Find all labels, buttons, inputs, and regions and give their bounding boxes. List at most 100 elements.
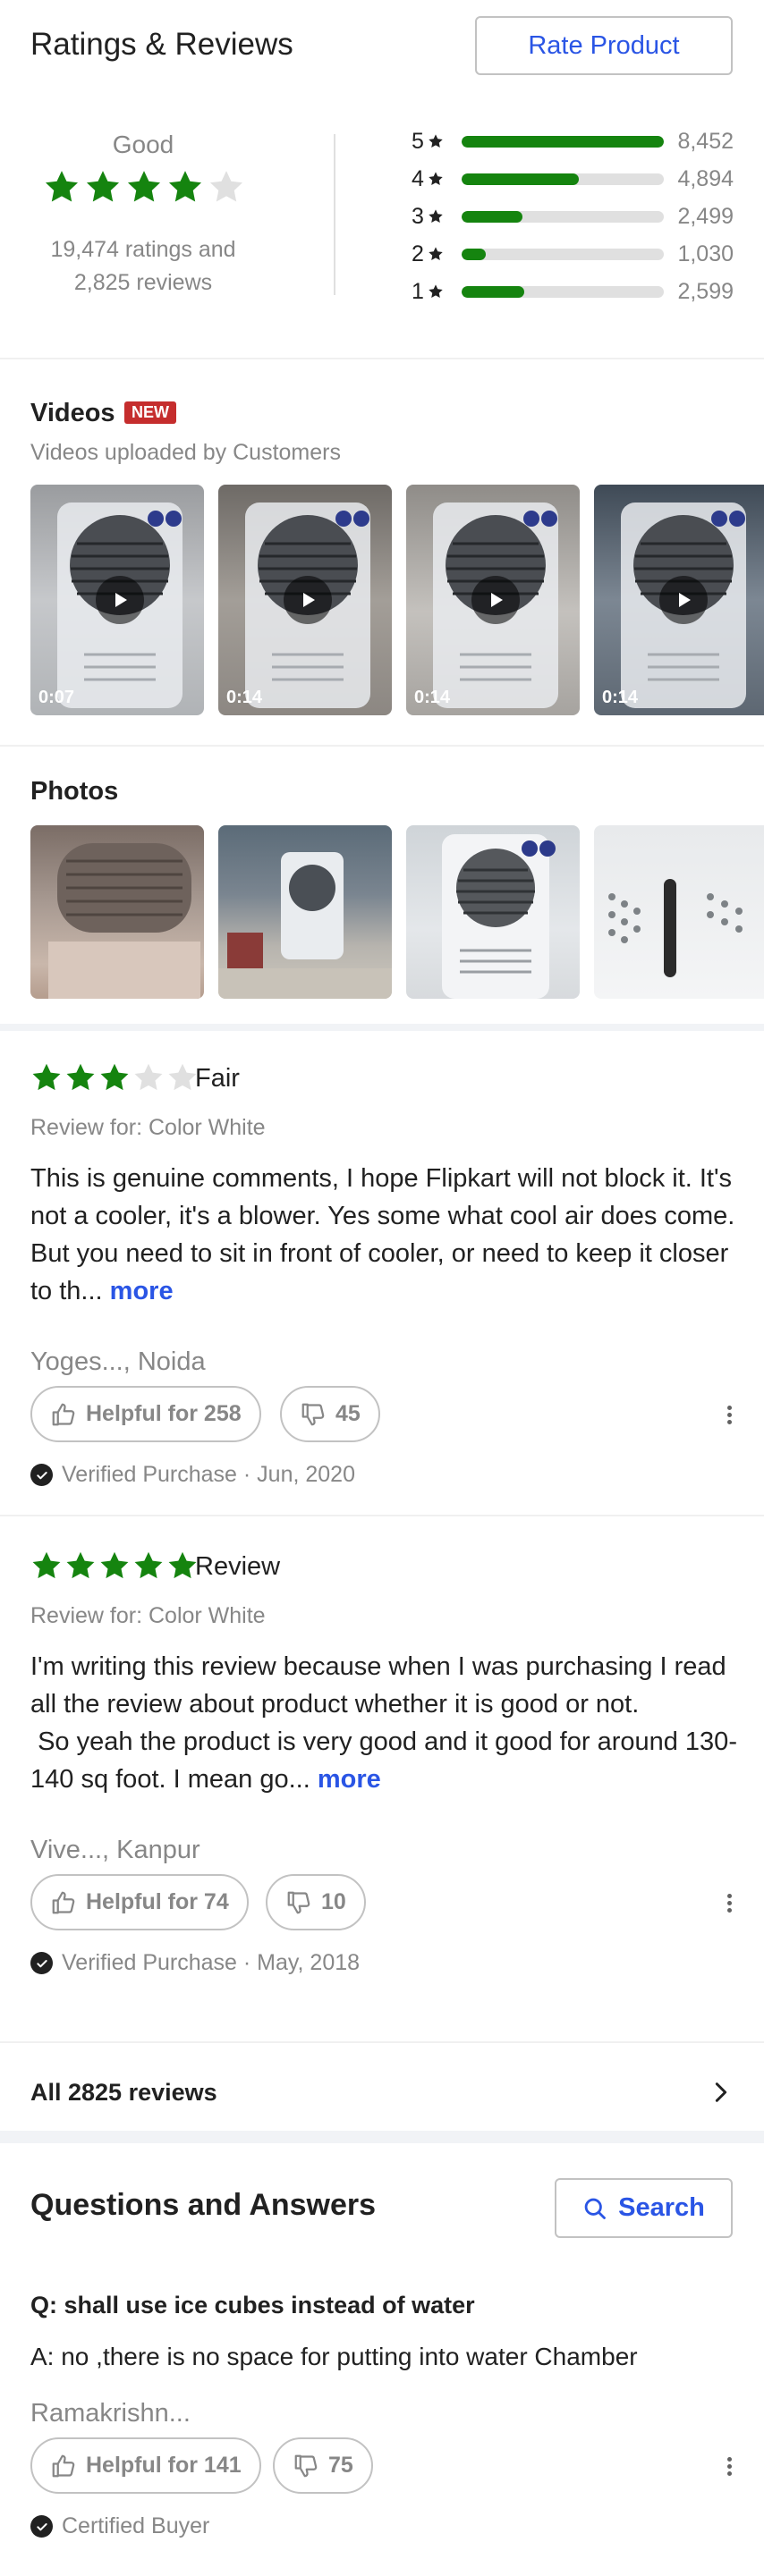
photo-thumbnail[interactable] xyxy=(30,825,204,999)
rating-bar-count: 4,894 xyxy=(677,165,734,191)
dislike-count: 45 xyxy=(335,1401,361,1426)
divider xyxy=(0,745,764,747)
review-for: Review for: Color White xyxy=(30,1115,266,1140)
qa-search-label: Search xyxy=(618,2193,705,2222)
rating-bar-track xyxy=(462,285,664,298)
photo-thumbnail[interactable] xyxy=(406,825,580,999)
rating-bar-star-label: 2 xyxy=(412,241,447,267)
rating-bar-star-label: 4 xyxy=(412,166,447,192)
more-options-icon[interactable] xyxy=(720,1889,738,1916)
summary-divider xyxy=(334,134,335,295)
ratings-title: Ratings & Reviews xyxy=(30,27,293,62)
new-badge: NEW xyxy=(124,401,176,424)
video-thumbnail[interactable]: 0:07 xyxy=(30,485,204,715)
star-filled-icon xyxy=(132,1550,165,1582)
review-heading: Fair xyxy=(195,1064,240,1093)
video-thumbnail[interactable]: 0:14 xyxy=(218,485,392,715)
rating-bar-fill xyxy=(462,173,580,185)
qa-more-options-icon[interactable] xyxy=(720,2453,738,2479)
all-reviews-link[interactable]: All 2825 reviews xyxy=(0,2048,764,2137)
star-filled-icon xyxy=(30,1550,63,1582)
review-author: Yoges..., Noida xyxy=(30,1347,206,1376)
photo-thumbnail[interactable] xyxy=(594,825,764,999)
star-value: 4 xyxy=(412,165,424,191)
rating-bar-fill xyxy=(462,248,487,260)
rating-bar-track xyxy=(462,135,664,148)
more-options-icon[interactable] xyxy=(720,1401,738,1428)
star-filled-icon xyxy=(43,168,81,206)
star-value: 2 xyxy=(412,241,424,266)
divider xyxy=(0,1515,764,1516)
video-thumbnail[interactable]: 0:14 xyxy=(594,485,764,715)
thumbs-up-icon xyxy=(50,1401,77,1428)
rating-bar-track xyxy=(462,248,664,260)
rating-bar-count: 1,030 xyxy=(677,241,734,266)
thumbs-up-icon xyxy=(50,2453,77,2479)
star-empty-icon xyxy=(208,168,245,206)
qa-question: Q: shall use ice cubes instead of water xyxy=(30,2292,475,2318)
helpful-button[interactable]: Helpful for 74 xyxy=(30,1874,249,1930)
play-icon[interactable] xyxy=(659,576,708,624)
read-more-link[interactable]: more xyxy=(110,1277,174,1305)
qa-search-button[interactable]: Search xyxy=(555,2178,733,2238)
read-more-link[interactable]: more xyxy=(318,1765,381,1794)
play-icon[interactable] xyxy=(471,576,520,624)
rate-product-button[interactable]: Rate Product xyxy=(475,16,733,75)
rating-bar-star-label: 5 xyxy=(412,129,447,155)
star-icon xyxy=(428,283,444,300)
rating-bar-count: 8,452 xyxy=(677,128,734,154)
star-filled-icon xyxy=(84,168,122,206)
divider xyxy=(0,2041,764,2043)
star-value: 5 xyxy=(412,128,424,154)
star-icon xyxy=(428,208,444,224)
star-value: 1 xyxy=(412,278,424,304)
play-icon[interactable] xyxy=(284,576,332,624)
rating-bar-track xyxy=(462,173,664,185)
thumbs-up-icon xyxy=(50,1889,77,1916)
thumbs-down-icon xyxy=(300,1401,327,1428)
thumbs-down-icon xyxy=(293,2453,319,2479)
qa-helpful-button[interactable]: Helpful for 141 xyxy=(30,2437,261,2494)
review-for: Review for: Color White xyxy=(30,1603,266,1628)
qa-helpful-label: Helpful for 141 xyxy=(86,2453,242,2478)
verified-label: Verified Purchase · May, 2018 xyxy=(62,1950,361,1975)
star-icon xyxy=(428,133,444,149)
dislike-count: 10 xyxy=(321,1889,346,1914)
rating-bar-fill xyxy=(462,135,664,148)
rating-bar-row: 2 1,030 xyxy=(412,241,734,267)
qa-dislike-count: 75 xyxy=(328,2453,353,2478)
rating-bar-row: 4 4,894 xyxy=(412,165,734,192)
video-duration: 0:14 xyxy=(602,688,639,707)
qa-dislike-button[interactable]: 75 xyxy=(273,2437,373,2494)
video-duration: 0:14 xyxy=(226,688,263,707)
chevron-right-icon xyxy=(715,2082,727,2102)
review-author: Vive..., Kanpur xyxy=(30,1836,200,1864)
qa-author: Ramakrishn... xyxy=(30,2399,191,2428)
star-icon xyxy=(428,246,444,262)
video-duration: 0:07 xyxy=(38,688,75,707)
star-filled-icon xyxy=(64,1550,97,1582)
all-reviews-label: All 2825 reviews xyxy=(30,2078,217,2106)
star-empty-icon xyxy=(166,1061,199,1094)
rating-bar-track xyxy=(462,210,664,223)
photos-title: Photos xyxy=(30,777,119,806)
photo-thumbnail[interactable] xyxy=(218,825,392,999)
helpful-button[interactable]: Helpful for 258 xyxy=(30,1386,261,1442)
star-filled-icon xyxy=(98,1550,131,1582)
dislike-button[interactable]: 10 xyxy=(266,1874,366,1930)
video-thumbnail[interactable]: 0:14 xyxy=(406,485,580,715)
star-icon xyxy=(428,171,444,187)
review-stars xyxy=(30,1550,199,1582)
dislike-button[interactable]: 45 xyxy=(280,1386,380,1442)
review-stars xyxy=(30,1061,199,1094)
play-icon[interactable] xyxy=(96,576,144,624)
star-filled-icon xyxy=(30,1061,63,1094)
verified-purchase: Verified Purchase · Jun, 2020 xyxy=(30,1462,355,1488)
review-text: I'm writing this review because when I w… xyxy=(30,1652,737,1794)
rating-bar-count: 2,499 xyxy=(677,203,734,229)
review-heading: Review xyxy=(195,1552,281,1581)
star-filled-icon xyxy=(166,168,204,206)
search-icon xyxy=(584,2198,607,2219)
average-stars xyxy=(43,168,245,206)
qa-certified-label: Certified Buyer xyxy=(62,2513,210,2538)
